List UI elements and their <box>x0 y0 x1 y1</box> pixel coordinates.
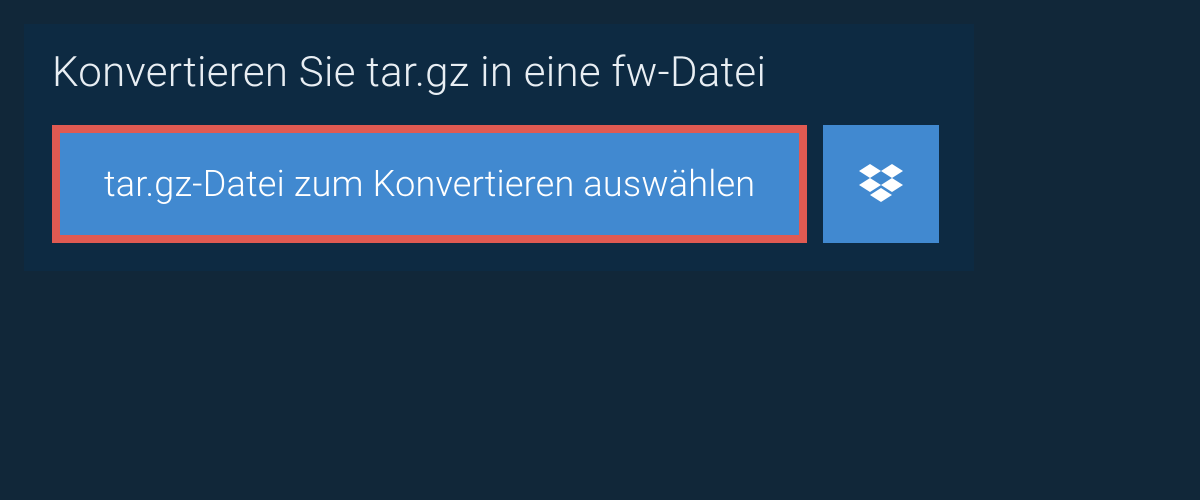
page-title: Konvertieren Sie tar.gz in eine fw-Datei <box>24 24 974 125</box>
dropbox-icon <box>859 164 903 204</box>
page-container: Konvertieren Sie tar.gz in eine fw-Datei… <box>0 0 1200 271</box>
select-file-highlight-border: tar.gz-Datei zum Konvertieren auswählen <box>52 125 807 243</box>
select-file-button[interactable]: tar.gz-Datei zum Konvertieren auswählen <box>60 133 799 235</box>
converter-card: Konvertieren Sie tar.gz in eine fw-Datei… <box>24 24 974 271</box>
dropbox-button[interactable] <box>823 125 939 243</box>
button-row: tar.gz-Datei zum Konvertieren auswählen <box>24 125 974 243</box>
